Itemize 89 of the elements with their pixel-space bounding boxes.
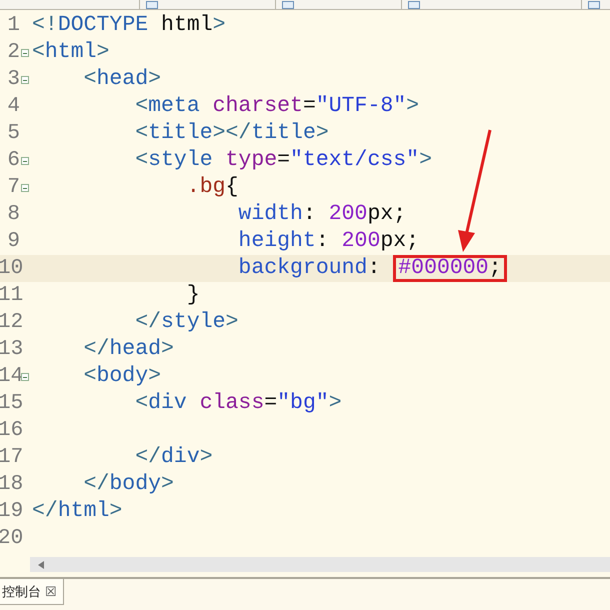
tag-bracket: ></: [212, 120, 252, 148]
tag-name: DOCTYPE: [58, 12, 148, 40]
tag-bracket: <: [84, 363, 96, 390]
tag-name: style: [148, 147, 213, 174]
tag-name: html: [44, 39, 97, 66]
tag-name: body: [109, 471, 162, 498]
css-property: width: [238, 201, 303, 228]
file-icon: [282, 1, 294, 9]
css-value: 200: [342, 228, 380, 256]
line-number: 5: [6, 120, 20, 147]
tag-name: body: [96, 363, 148, 390]
tag-bracket: >: [316, 120, 329, 148]
tag-bracket: >: [161, 471, 174, 498]
code-text: =: [277, 147, 290, 174]
tag-bracket: <: [84, 66, 96, 94]
line-number: 6: [6, 148, 20, 174]
attribute-name: class: [200, 390, 264, 418]
code-text: ;: [488, 256, 502, 280]
tag-name: style: [161, 309, 226, 336]
file-icon: [408, 1, 420, 9]
code-text: px;: [380, 228, 420, 256]
fold-toggle-icon[interactable]: [21, 48, 29, 56]
tag-name: div: [148, 390, 187, 418]
line-number: 9: [6, 228, 20, 255]
tag-bracket: >: [406, 93, 420, 120]
console-tab-label: 控制台: [2, 582, 41, 601]
fold-toggle-icon[interactable]: [21, 372, 29, 380]
tag-bracket: >: [148, 363, 162, 390]
tag-bracket: <: [135, 93, 148, 120]
tag-name: html: [58, 498, 110, 526]
tag-bracket: <: [135, 390, 148, 418]
line-number: 3: [6, 66, 20, 93]
attribute-value: "text/css": [290, 147, 420, 174]
tag-bracket: >: [328, 390, 342, 418]
line-number: 1: [6, 12, 20, 39]
line-number: 8: [6, 202, 20, 228]
fold-toggle-icon[interactable]: [21, 184, 29, 192]
code-text: =: [302, 93, 316, 120]
tag-bracket: <: [135, 120, 148, 148]
line-number: 2: [6, 40, 20, 66]
css-value: 200: [328, 201, 368, 228]
tag-name: div: [161, 444, 200, 472]
code-text: html: [160, 12, 213, 40]
code-text: =: [264, 390, 278, 418]
code-text: :: [316, 228, 330, 256]
tag-bracket: >: [419, 147, 432, 174]
scroll-left-arrow-icon[interactable]: [38, 560, 44, 568]
css-value: #000000: [398, 256, 489, 280]
tag-bracket: >: [161, 336, 174, 364]
fold-toggle-icon[interactable]: [21, 156, 29, 164]
tag-name: head: [96, 66, 148, 94]
line-number: 7: [6, 174, 20, 201]
attribute-name: charset: [212, 93, 303, 120]
tag-name: title: [251, 120, 316, 148]
tag-bracket: >: [96, 39, 110, 66]
file-icon: [146, 1, 158, 9]
attribute-value: "bg": [277, 390, 329, 418]
attribute-value: "UTF-8": [316, 93, 406, 120]
code-text: :: [302, 201, 317, 228]
tag-bracket: >: [200, 444, 213, 472]
fold-toggle-icon[interactable]: [21, 76, 29, 84]
css-property: background: [238, 255, 368, 282]
code-text: :: [367, 255, 382, 282]
code-text: px;: [367, 201, 406, 228]
tag-bracket: >: [226, 309, 238, 336]
tag-bracket: >: [109, 498, 122, 526]
tag-bracket: >: [212, 12, 226, 40]
tag-bracket: </: [135, 444, 162, 472]
css-selector: .bg: [186, 174, 226, 202]
file-icon: [588, 1, 600, 9]
tag-bracket: <: [32, 39, 45, 66]
code-text: }: [186, 282, 200, 310]
tag-name: head: [109, 336, 162, 364]
tag-bracket: >: [148, 66, 162, 94]
tag-name: meta: [148, 93, 200, 120]
close-icon[interactable]: ☒: [45, 582, 57, 602]
line-number: 4: [6, 94, 20, 120]
tag-bracket: </: [84, 471, 110, 498]
tag-name: title: [148, 120, 213, 148]
tag-bracket: </: [32, 498, 58, 526]
horizontal-scrollbar[interactable]: [30, 557, 610, 572]
attribute-name: type: [226, 147, 278, 174]
tag-bracket: </: [135, 309, 162, 336]
css-property: height: [238, 228, 316, 256]
console-tab[interactable]: 控制台 ☒: [0, 579, 64, 605]
tag-bracket: </: [84, 336, 110, 364]
code-text: {: [226, 174, 238, 202]
tag-bracket: <!: [32, 12, 58, 40]
tag-bracket: <: [135, 147, 148, 174]
